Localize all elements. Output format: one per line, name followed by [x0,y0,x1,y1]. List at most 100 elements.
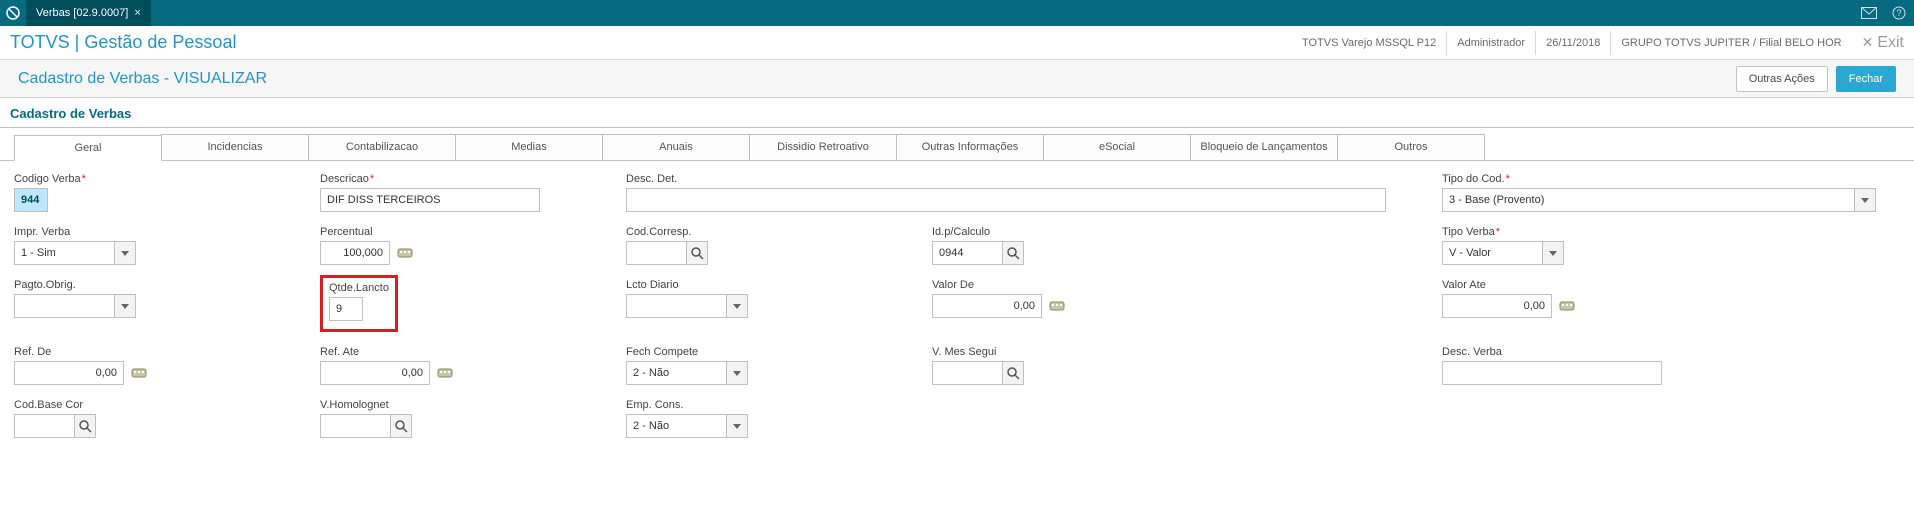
label-impr-verba: Impr. Verba [14,226,320,238]
codigo-verba-input[interactable] [14,188,48,212]
calculator-icon[interactable] [434,362,456,384]
label-emp-cons: Emp. Cons. [626,399,932,411]
chevron-down-icon[interactable] [1542,241,1564,265]
tab-medias[interactable]: Medias [455,134,603,160]
cod-base-cor-combo[interactable] [14,414,96,438]
tab-outros[interactable]: Outros [1337,134,1485,160]
tab-incidencias[interactable]: Incidencias [161,134,309,160]
label-id-calculo: Id.p/Calculo [932,226,1442,238]
search-icon[interactable] [74,414,96,438]
label-percentual: Percentual [320,226,626,238]
pagto-obrig-input[interactable] [14,294,114,318]
label-cod-base-cor: Cod.Base Cor [14,399,320,411]
chevron-down-icon[interactable] [726,414,748,438]
exit-label: Exit [1877,34,1904,52]
emp-cons-combo[interactable] [626,414,748,438]
descricao-input[interactable] [320,188,540,212]
label-qtde-lancto: Qtde.Lancto [329,282,389,294]
ref-de-input[interactable] [14,361,124,385]
ref-ate-field [320,361,456,385]
chevron-down-icon[interactable] [1854,188,1876,212]
mail-icon[interactable] [1854,0,1884,26]
label-descricao: Descricao [320,173,626,185]
tab-outras-info[interactable]: Outras Informações [896,134,1044,160]
valor-ate-input[interactable] [1442,294,1552,318]
label-fech-compete: Fech Compete [626,346,932,358]
percentual-field [320,241,416,265]
label-ref-de: Ref. De [14,346,320,358]
tipo-cod-input[interactable] [1442,188,1854,212]
search-icon[interactable] [390,414,412,438]
calculator-icon[interactable] [1046,295,1068,317]
calculator-icon[interactable] [394,242,416,264]
other-actions-button[interactable]: Outras Ações [1736,66,1828,92]
valor-de-input[interactable] [932,294,1042,318]
search-icon[interactable] [1002,361,1024,385]
tab-anuais[interactable]: Anuais [602,134,750,160]
v-homolognet-combo[interactable] [320,414,412,438]
cod-base-cor-input[interactable] [14,414,74,438]
titlebar: Verbas [02.9.0007] × ? [0,0,1914,26]
desc-verba-input[interactable] [1442,361,1662,385]
cod-corresp-combo[interactable] [626,241,708,265]
tab-bloqueio[interactable]: Bloqueio de Lançamentos [1190,134,1338,160]
tipo-verba-combo[interactable] [1442,241,1564,265]
row-5: Cod.Base Cor V.Homolognet Emp. Cons. [14,399,1900,438]
v-mes-segui-combo[interactable] [932,361,1024,385]
id-calculo-combo[interactable] [932,241,1024,265]
subbar: TOTVS | Gestão de Pessoal TOTVS Varejo M… [0,26,1914,60]
label-ref-ate: Ref. Ate [320,346,626,358]
page-header: Cadastro de Verbas - VISUALIZAR Outras A… [0,60,1914,98]
label-codigo-verba: Codigo Verba [14,173,320,185]
impr-verba-input[interactable] [14,241,114,265]
impr-verba-combo[interactable] [14,241,136,265]
tab-geral[interactable]: Geral [14,135,162,161]
product-title: TOTVS | Gestão de Pessoal [10,32,236,53]
label-lcto-diario: Lcto Diario [626,279,932,291]
chevron-down-icon[interactable] [114,241,136,265]
search-icon[interactable] [686,241,708,265]
tab-esocial[interactable]: eSocial [1043,134,1191,160]
fech-compete-combo[interactable] [626,361,748,385]
help-icon[interactable]: ? [1884,0,1914,26]
calculator-icon[interactable] [1556,295,1578,317]
cod-corresp-input[interactable] [626,241,686,265]
tab-dissidio[interactable]: Dissidio Retroativo [749,134,897,160]
tipo-verba-input[interactable] [1442,241,1542,265]
chevron-down-icon[interactable] [114,294,136,318]
calculator-icon[interactable] [128,362,150,384]
search-icon[interactable] [1002,241,1024,265]
window-tab-label: Verbas [02.9.0007] [36,7,128,19]
ref-ate-input[interactable] [320,361,430,385]
tab-contabilizacao[interactable]: Contabilizacao [308,134,456,160]
row-4: Ref. De Ref. Ate Fech Compete [14,346,1900,385]
window-tab[interactable]: Verbas [02.9.0007] × [26,0,151,26]
env-meta: TOTVS Varejo MSSQL P12 Administrador 26/… [1292,31,1852,55]
v-mes-segui-input[interactable] [932,361,1002,385]
percentual-input[interactable] [320,241,390,265]
row-1: Codigo Verba Descricao Desc. Det. Tipo d… [14,173,1900,212]
v-homolognet-input[interactable] [320,414,390,438]
id-calculo-input[interactable] [932,241,1002,265]
chevron-down-icon[interactable] [726,294,748,318]
label-desc-det: Desc. Det. [626,173,932,185]
close-icon[interactable]: × [134,7,140,19]
page-title: Cadastro de Verbas - VISUALIZAR [18,70,267,88]
fech-compete-input[interactable] [626,361,726,385]
qtde-lancto-input[interactable] [329,297,363,321]
env-date: 26/11/2018 [1535,31,1610,55]
label-v-homolognet: V.Homolognet [320,399,626,411]
exit-button[interactable]: ✕ Exit [1852,34,1904,52]
form: Codigo Verba Descricao Desc. Det. Tipo d… [0,161,1914,444]
lcto-diario-input[interactable] [626,294,726,318]
chevron-down-icon[interactable] [726,361,748,385]
tabs: Geral Incidencias Contabilizacao Medias … [0,134,1914,161]
label-desc-verba: Desc. Verba [1442,346,1900,358]
lcto-diario-combo[interactable] [626,294,748,318]
pagto-obrig-combo[interactable] [14,294,136,318]
qtde-lancto-highlight: Qtde.Lancto [320,275,398,332]
section-title: Cadastro de Verbas [0,98,1914,128]
close-button[interactable]: Fechar [1836,66,1896,92]
tipo-cod-combo[interactable] [1442,188,1876,212]
emp-cons-input[interactable] [626,414,726,438]
